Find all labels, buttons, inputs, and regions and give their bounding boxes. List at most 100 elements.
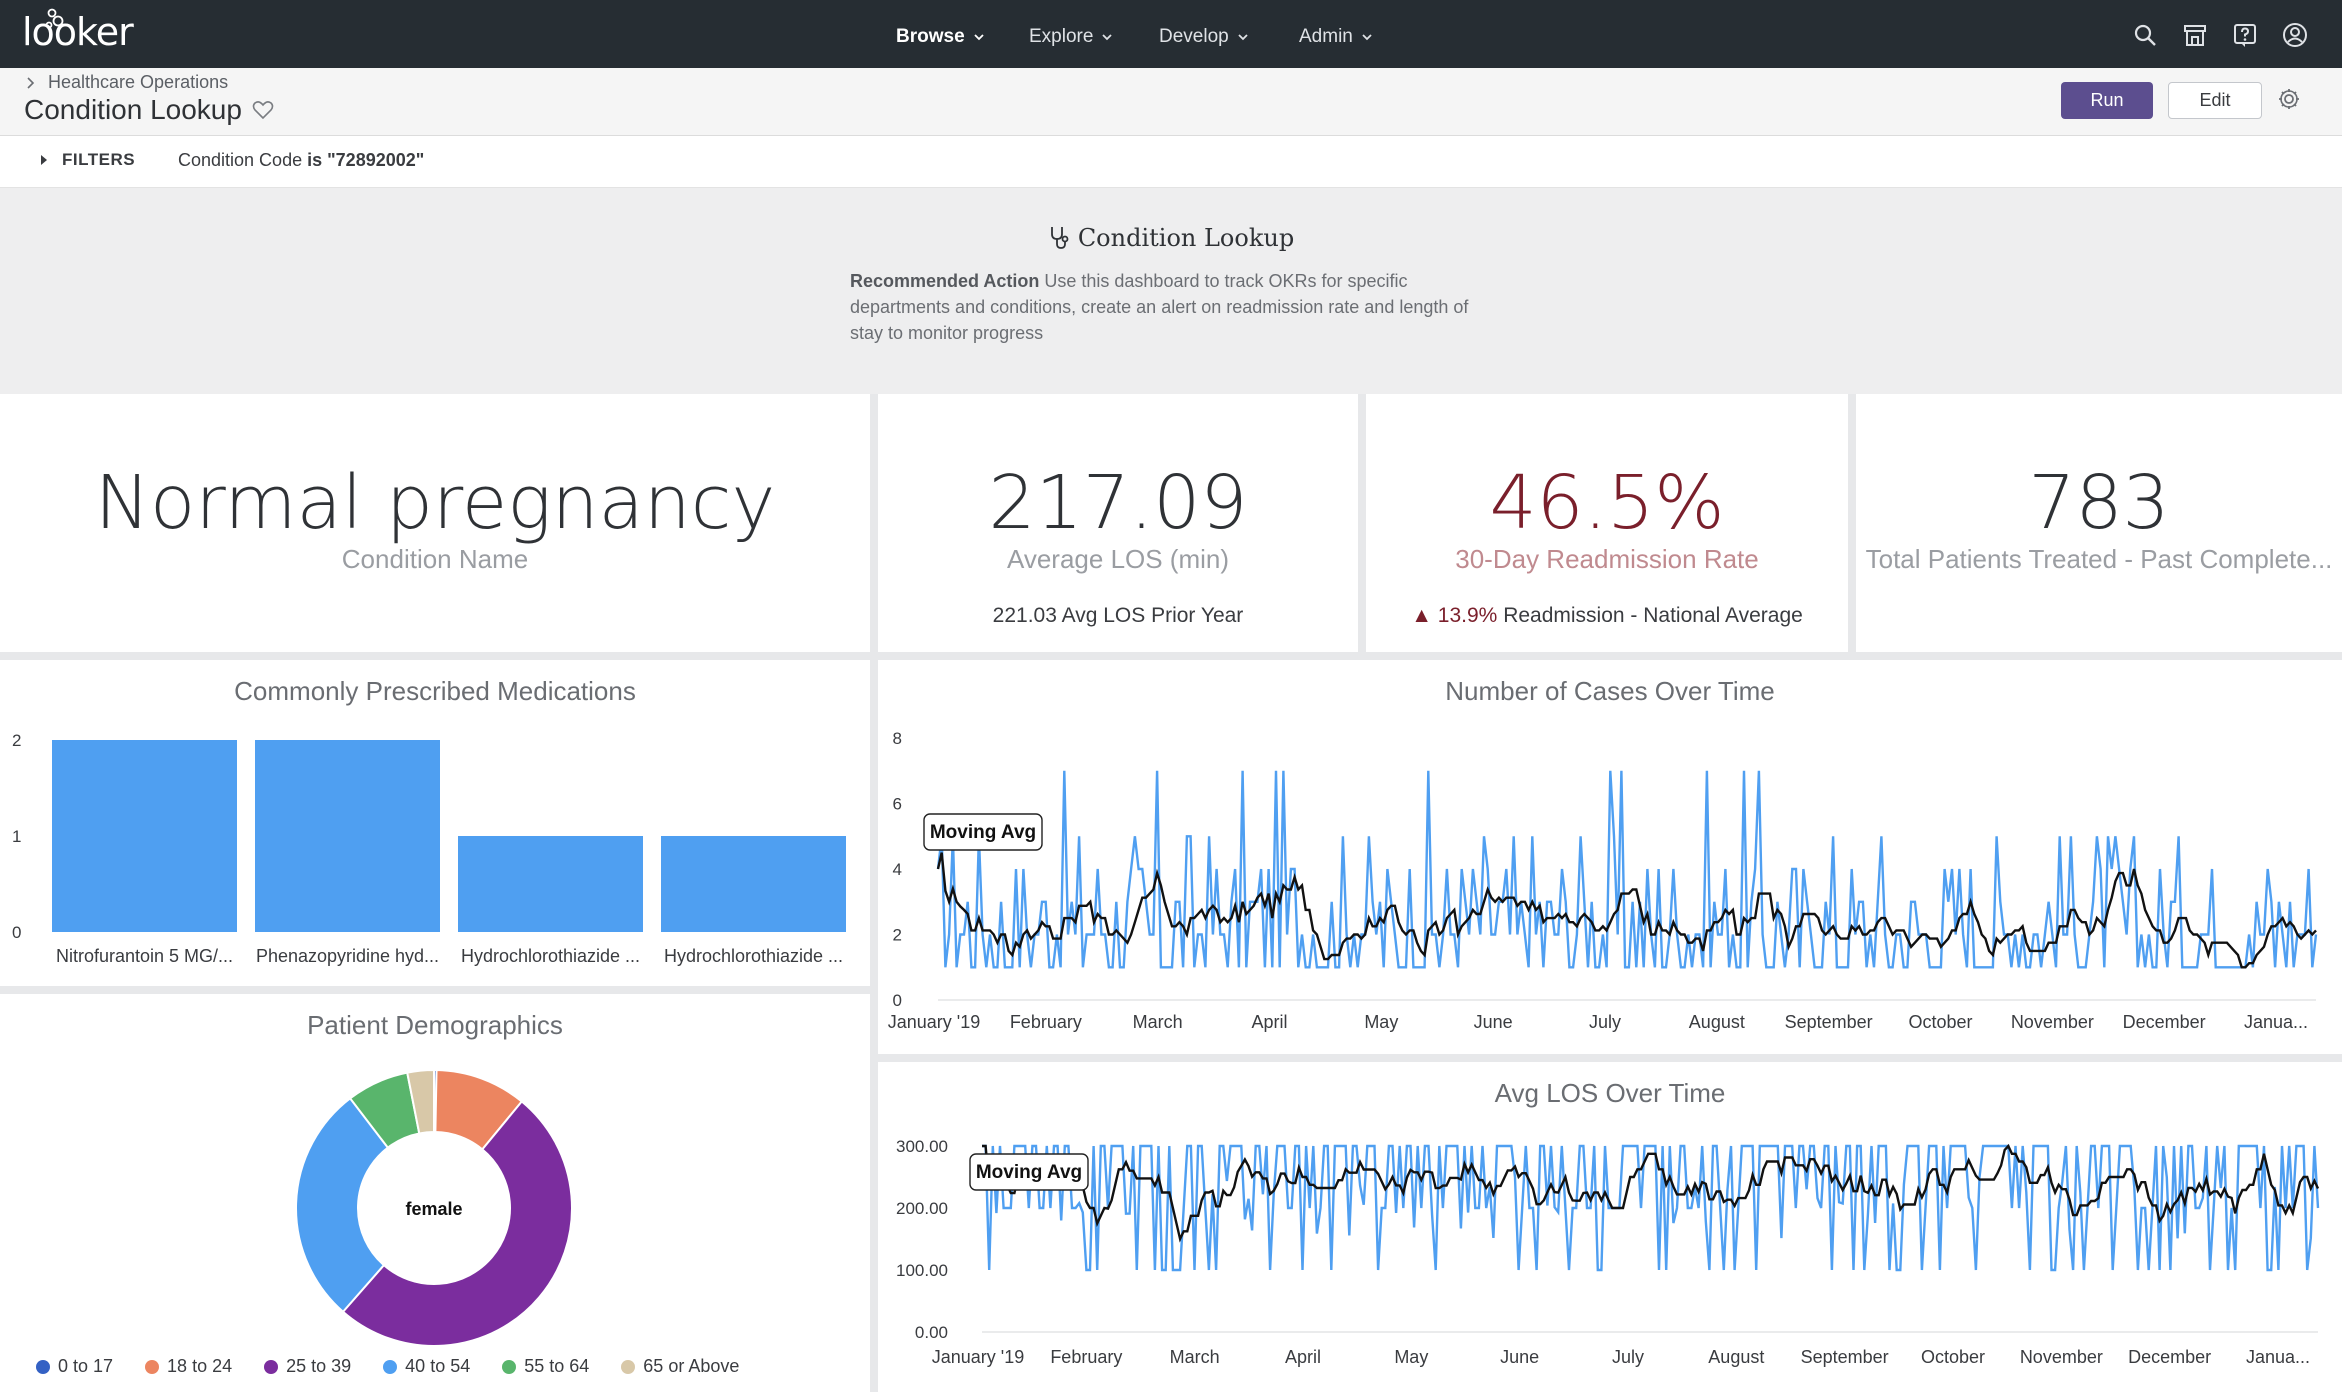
demographics-tile[interactable]: Patient Demographics female bbox=[0, 994, 870, 1392]
moving-avg-annotation: Moving Avg bbox=[923, 813, 1043, 851]
x-tick-label: August bbox=[1689, 1012, 1745, 1032]
y-tick-label: 2 bbox=[12, 731, 21, 750]
heart-icon[interactable] bbox=[252, 100, 274, 120]
x-tick-label: October bbox=[1908, 1012, 1972, 1032]
kpi-los-value: 217.09 bbox=[988, 460, 1248, 546]
moving-avg-line[interactable] bbox=[936, 852, 2317, 969]
series-line[interactable] bbox=[982, 1144, 2320, 1272]
x-tick-label: September bbox=[1785, 1012, 1873, 1032]
chevron-down-icon bbox=[1102, 34, 1113, 41]
x-tick-label: Hydrochlorothiazide ... bbox=[664, 946, 843, 966]
kpi-condition-label: Condition Name bbox=[341, 544, 529, 574]
caret-right-icon bbox=[41, 155, 47, 165]
legend-label: 55 to 64 bbox=[524, 1356, 590, 1376]
page-title: Condition Lookup bbox=[24, 94, 274, 126]
x-tick-label: February bbox=[1010, 1012, 1082, 1032]
search-icon[interactable] bbox=[2132, 22, 2158, 48]
y-tick-label: 0.00 bbox=[915, 1323, 948, 1342]
marketplace-icon[interactable] bbox=[2182, 22, 2208, 48]
text-tile-title-text: Condition Lookup bbox=[1077, 224, 1295, 252]
legend-item[interactable]: 55 to 64 bbox=[502, 1356, 589, 1377]
kpi-average-los[interactable]: 217.09 Average LOS (min) 221.03 Avg LOS … bbox=[878, 394, 1358, 652]
x-tick-label: January '19 bbox=[888, 1012, 981, 1032]
help-icon[interactable] bbox=[2232, 22, 2258, 48]
legend-swatch bbox=[264, 1359, 279, 1374]
top-navigation: looker Browse Explore Develop Admin bbox=[0, 0, 2342, 68]
kpi-condition-name[interactable]: Normal pregnancy Condition Name bbox=[0, 394, 870, 652]
x-tick-label: July bbox=[1589, 1012, 1621, 1032]
legend-item[interactable]: 65 or Above bbox=[621, 1356, 739, 1377]
kpi-total-patients[interactable]: 783 Total Patients Treated - Past Comple… bbox=[1856, 394, 2342, 652]
x-tick-label: November bbox=[2020, 1347, 2103, 1367]
kpi-patients-value: 783 bbox=[2028, 460, 2170, 546]
run-button[interactable]: Run bbox=[2061, 82, 2153, 119]
y-tick-label: 1 bbox=[12, 827, 21, 846]
legend-swatch bbox=[621, 1359, 636, 1374]
x-tick-label: July bbox=[1612, 1347, 1644, 1367]
x-tick-label: March bbox=[1170, 1347, 1220, 1367]
x-tick-label: October bbox=[1921, 1347, 1985, 1367]
breadcrumb[interactable]: Healthcare Operations bbox=[26, 72, 228, 93]
recommended-action-label: Recommended Action bbox=[850, 271, 1040, 291]
page-title-text: Condition Lookup bbox=[24, 94, 242, 125]
kpi-los-compare-label: Avg LOS Prior Year bbox=[1056, 604, 1244, 627]
kpi-readmission-compare-label: Readmission - National Average bbox=[1497, 604, 1803, 627]
legend-label: 25 to 39 bbox=[286, 1356, 352, 1376]
x-tick-label: Hydrochlorothiazide ... bbox=[461, 946, 640, 966]
text-tile-body: Recommended Action Use this dashboard to… bbox=[850, 268, 1500, 346]
nav-develop[interactable]: Develop bbox=[1159, 26, 1249, 48]
nav-admin[interactable]: Admin bbox=[1299, 26, 1373, 48]
legend-swatch bbox=[145, 1359, 160, 1374]
legend-item[interactable]: 40 to 54 bbox=[383, 1356, 470, 1377]
demographics-legend: 0 to 17 18 to 24 25 to 39 40 to 54 55 to 64 6… bbox=[36, 1356, 739, 1377]
y-tick-label: 200.00 bbox=[896, 1199, 948, 1218]
y-tick-label: 8 bbox=[893, 729, 902, 748]
avglos-line-chart: 300.00 200.00 100.00 0.00 January '19 Februar… bbox=[896, 1137, 2320, 1367]
cases-tile[interactable]: Number of Cases Over Time 8 6 4 2 0 January '… bbox=[878, 660, 2342, 1054]
edit-button[interactable]: Edit bbox=[2168, 82, 2262, 119]
legend-item[interactable]: 0 to 17 bbox=[36, 1356, 113, 1377]
x-tick-label: February bbox=[1050, 1347, 1122, 1367]
bar[interactable] bbox=[255, 740, 440, 932]
x-tick-label: June bbox=[1474, 1012, 1513, 1032]
text-tile-title: Condition Lookup bbox=[0, 224, 2342, 252]
chevron-right-icon bbox=[27, 76, 35, 89]
user-icon[interactable] bbox=[2282, 22, 2308, 48]
bar[interactable] bbox=[458, 836, 643, 932]
y-tick-label: 6 bbox=[893, 795, 902, 814]
legend-item[interactable]: 18 to 24 bbox=[145, 1356, 232, 1377]
kpi-readmission-comparison: ▲ 13.9% Readmission - National Average bbox=[1366, 604, 1848, 628]
nav-admin-label: Admin bbox=[1299, 26, 1353, 47]
main-menu: Browse Explore Develop Admin bbox=[0, 0, 2342, 68]
nav-explore-label: Explore bbox=[1029, 26, 1094, 47]
filters-toggle[interactable]: FILTERS bbox=[40, 150, 135, 170]
bar[interactable] bbox=[661, 836, 846, 932]
x-tick-label: Phenazopyridine hyd... bbox=[256, 946, 439, 966]
medications-tile[interactable]: Commonly Prescribed Medications 2 1 0 Nitro… bbox=[0, 660, 870, 986]
chevron-down-icon bbox=[1238, 34, 1248, 41]
y-tick-label: 300.00 bbox=[896, 1137, 948, 1156]
gear-icon[interactable] bbox=[2276, 86, 2302, 112]
moving-avg-annotation: Moving Avg bbox=[969, 1153, 1089, 1191]
avglos-tile[interactable]: Avg LOS Over Time 300.00 200.00 100.00 0.00… bbox=[878, 1062, 2342, 1392]
donut-center-label: female bbox=[405, 1199, 462, 1219]
legend-item[interactable]: 25 to 39 bbox=[264, 1356, 351, 1377]
x-tick-label: August bbox=[1708, 1347, 1764, 1367]
x-tick-label: June bbox=[1500, 1347, 1539, 1367]
kpi-readmission-rate[interactable]: 46.5% 30-Day Readmission Rate ▲ 13.9% Re… bbox=[1366, 394, 1848, 652]
series-line[interactable] bbox=[936, 770, 2318, 969]
nav-explore[interactable]: Explore bbox=[1029, 26, 1113, 48]
legend-label: 40 to 54 bbox=[405, 1356, 471, 1376]
legend-swatch bbox=[502, 1359, 517, 1374]
cases-line-chart: 8 6 4 2 0 January '19 February March April May Jun… bbox=[888, 729, 2318, 1032]
stethoscope-icon bbox=[1050, 227, 1069, 249]
y-tick-label: 2 bbox=[893, 926, 902, 945]
x-tick-label: Janua... bbox=[2246, 1347, 2310, 1367]
filter-condition-code[interactable]: Condition Code is "72892002" bbox=[178, 150, 424, 171]
kpi-los-comparison: 221.03 Avg LOS Prior Year bbox=[878, 604, 1358, 628]
bar[interactable] bbox=[52, 740, 237, 932]
filter-operator: is bbox=[307, 150, 323, 170]
chevron-down-icon bbox=[1362, 34, 1372, 41]
nav-browse[interactable]: Browse bbox=[896, 26, 985, 48]
x-tick-label: Nitrofurantoin 5 MG/... bbox=[56, 946, 233, 966]
